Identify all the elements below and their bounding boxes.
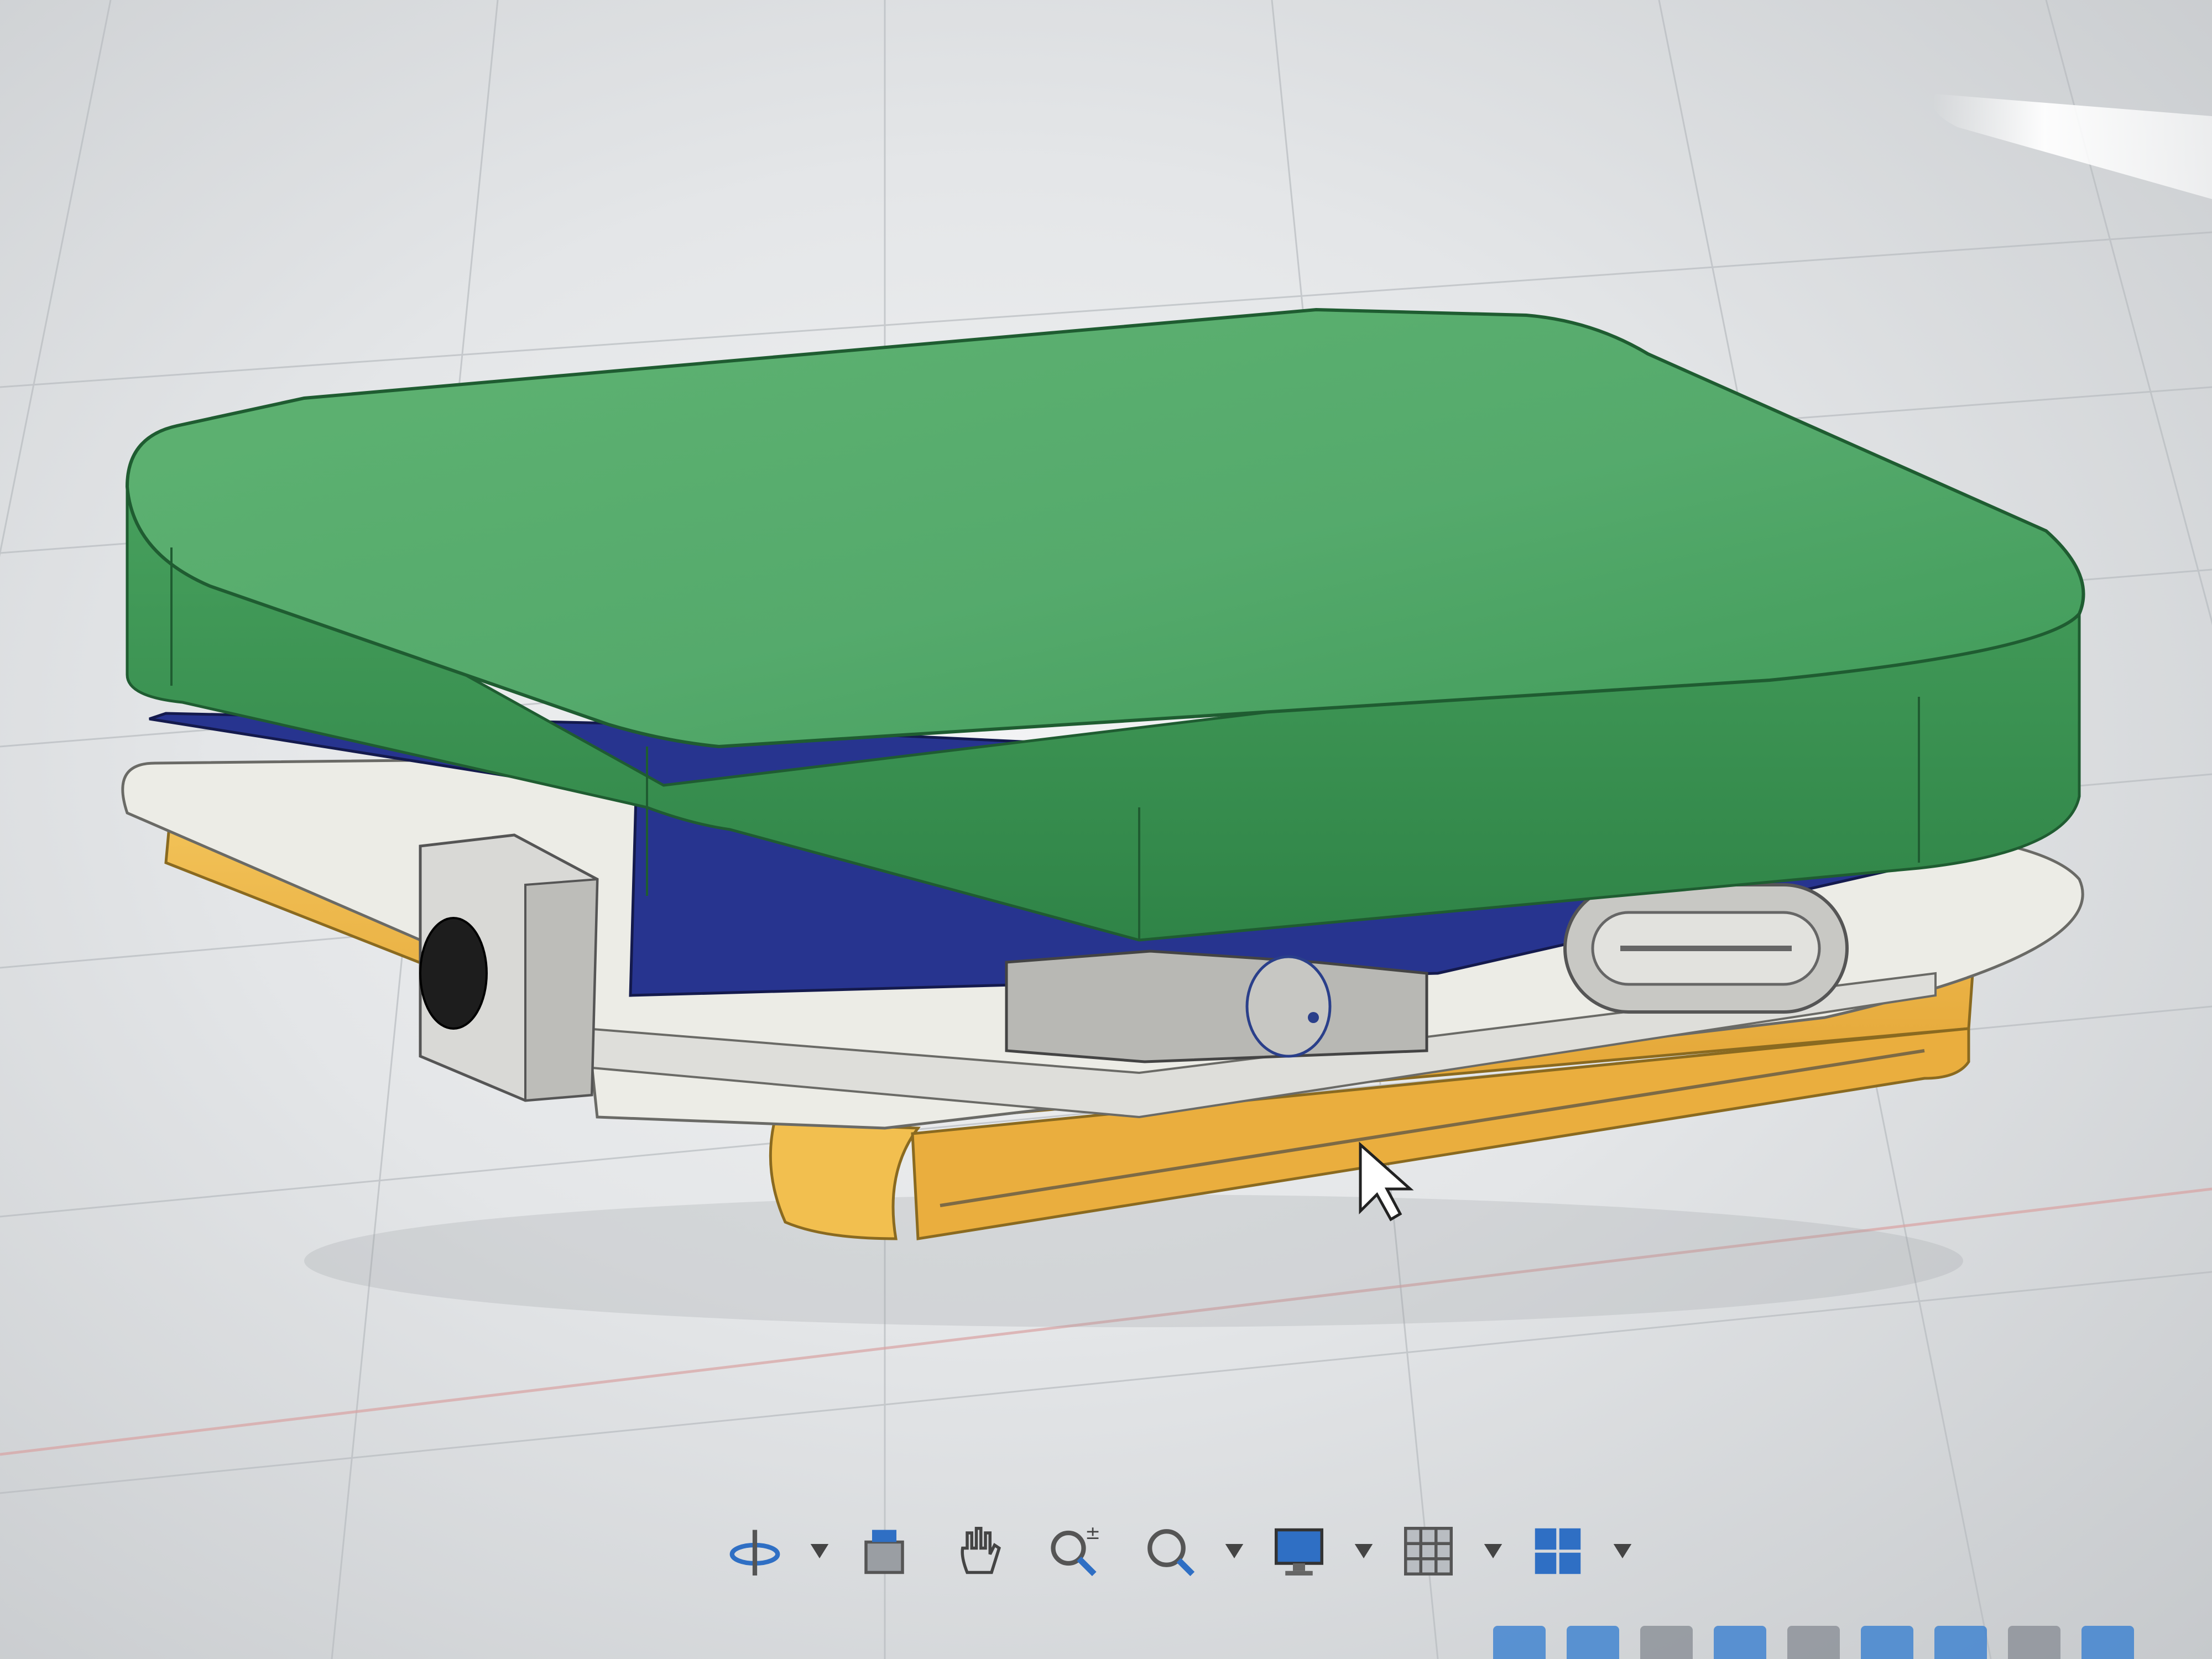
grid-snaps-button[interactable] <box>1387 1512 1470 1590</box>
look-at-button[interactable] <box>843 1512 926 1590</box>
fit-dropdown-caret[interactable] <box>1223 1512 1245 1590</box>
orbit-button[interactable] <box>713 1512 796 1590</box>
timeline-item[interactable] <box>1714 1626 1766 1659</box>
fit-button[interactable] <box>1128 1512 1211 1590</box>
svg-text:±: ± <box>1085 1522 1100 1543</box>
timeline-item[interactable] <box>1640 1626 1693 1659</box>
zoom-button[interactable]: ± <box>1033 1512 1116 1590</box>
timeline-item[interactable] <box>1787 1626 1840 1659</box>
chevron-down-icon <box>1613 1544 1632 1558</box>
model-shadow <box>304 1194 1963 1327</box>
screen-glare <box>1933 94 2212 199</box>
timeline-item[interactable] <box>1861 1626 1913 1659</box>
viewports-dropdown-caret[interactable] <box>1611 1512 1634 1590</box>
switch-block <box>1005 950 1428 1063</box>
timeline-item[interactable] <box>1493 1626 1546 1659</box>
orbit-icon <box>729 1530 780 1575</box>
viewports-button[interactable] <box>1516 1512 1599 1590</box>
navigation-toolbar: ± <box>713 1510 1634 1593</box>
zoom-window-icon <box>1147 1529 1195 1577</box>
display-settings-button[interactable] <box>1258 1512 1340 1590</box>
look-at-icon <box>864 1530 904 1574</box>
orbit-dropdown-caret[interactable] <box>808 1512 831 1590</box>
chevron-down-icon <box>1484 1544 1503 1558</box>
display-settings-dropdown-caret[interactable] <box>1353 1512 1375 1590</box>
knob-housing-side <box>524 878 599 1102</box>
pan-button[interactable] <box>938 1512 1021 1590</box>
timeline-item[interactable] <box>1934 1626 1987 1659</box>
chevron-down-icon <box>1225 1544 1244 1558</box>
viewports-icon <box>1535 1528 1581 1574</box>
pan-hand-icon <box>961 1527 1001 1574</box>
switch-actuator <box>1245 955 1332 1058</box>
timeline-strip <box>1493 1620 2134 1659</box>
grid-icon <box>1404 1527 1453 1575</box>
timeline-item[interactable] <box>2008 1626 2060 1659</box>
zoom-icon: ± <box>1051 1522 1100 1577</box>
rotary-knob <box>419 917 488 1030</box>
chevron-down-icon <box>810 1544 829 1558</box>
timeline-item[interactable] <box>1567 1626 1619 1659</box>
canvas-viewport[interactable]: ± <box>0 0 2212 1659</box>
model-scene <box>0 0 2212 1659</box>
display-settings-icon <box>1275 1528 1323 1575</box>
chevron-down-icon <box>1354 1544 1373 1558</box>
timeline-item[interactable] <box>2081 1626 2134 1659</box>
grid-snaps-dropdown-caret[interactable] <box>1482 1512 1504 1590</box>
